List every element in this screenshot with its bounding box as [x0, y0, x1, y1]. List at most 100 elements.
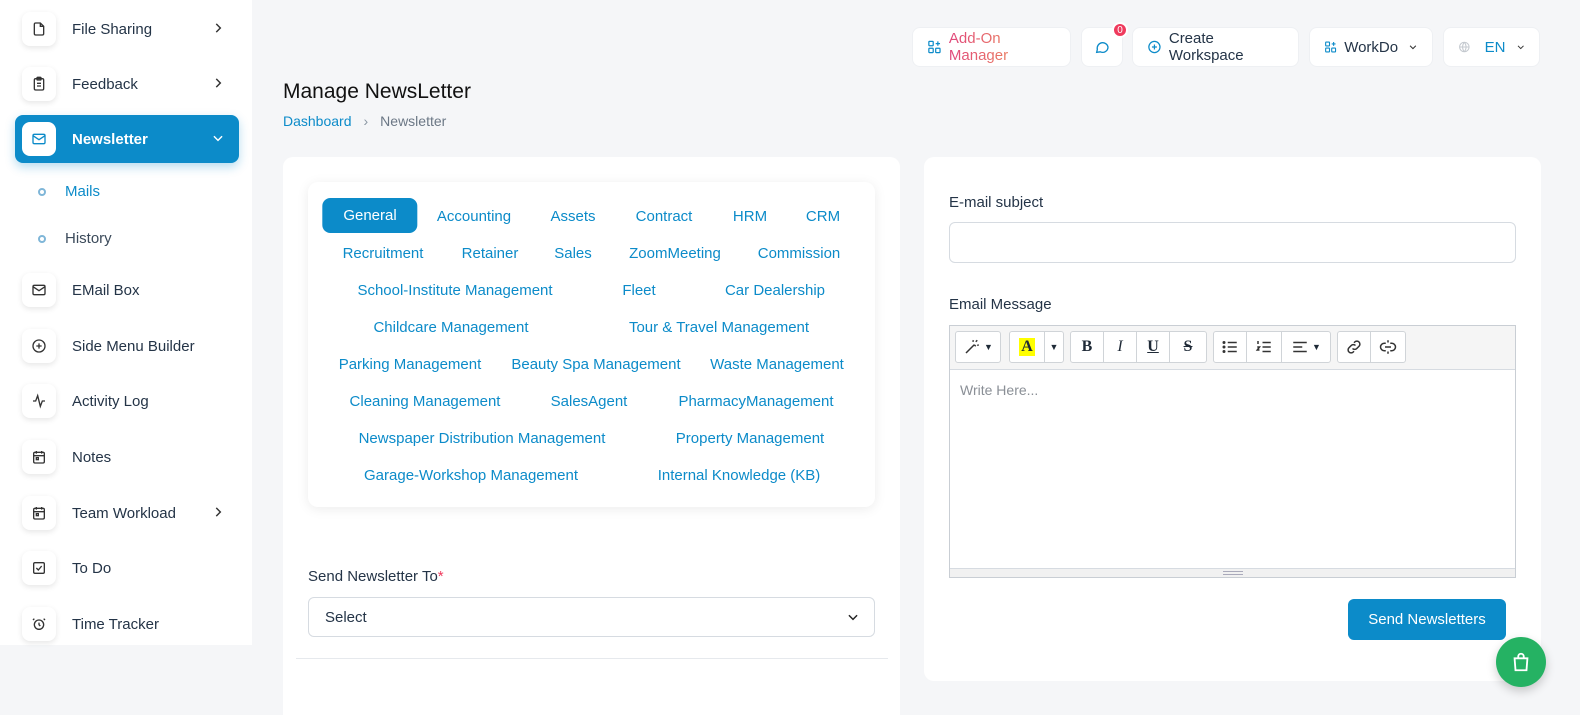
send-newsletters-button[interactable]: Send Newsletters — [1348, 599, 1506, 640]
module-tabs: General Accounting Assets Contract HRM C… — [308, 182, 875, 507]
caret-down-icon: ▼ — [1312, 342, 1321, 352]
sidebar-item-team-workload[interactable]: Team Workload — [15, 489, 239, 537]
unlink-icon — [1379, 340, 1397, 354]
calendar-icon — [22, 496, 56, 530]
send-to-select-value: Select — [325, 608, 367, 626]
tab-accounting[interactable]: Accounting — [437, 208, 511, 225]
tab-garage-workshop-management[interactable]: Garage-Workshop Management — [364, 467, 578, 484]
text-color-button[interactable]: A — [1009, 331, 1045, 363]
tab-childcare-management[interactable]: Childcare Management — [373, 319, 528, 336]
submenu-item-mails[interactable]: Mails — [38, 183, 100, 200]
tab-cleaning-management[interactable]: Cleaning Management — [350, 393, 501, 410]
mail-icon — [22, 122, 56, 156]
file-icon — [22, 12, 56, 46]
workspace-label: WorkDo — [1344, 38, 1399, 56]
editor-resize-handle[interactable] — [950, 568, 1515, 577]
style-magic-button[interactable]: ▼ — [955, 331, 1001, 363]
tab-fleet[interactable]: Fleet — [622, 282, 655, 299]
message-label: Email Message — [949, 296, 1052, 313]
italic-button[interactable]: I — [1103, 331, 1137, 363]
send-to-select[interactable]: Select — [308, 597, 875, 637]
sidebar-item-side-menu-builder[interactable]: Side Menu Builder — [15, 322, 239, 370]
bullet-list-button[interactable] — [1213, 331, 1247, 363]
grip-icon — [1222, 571, 1243, 575]
tab-hrm[interactable]: HRM — [733, 208, 767, 225]
divider — [296, 658, 888, 659]
cart-fab-button[interactable] — [1496, 637, 1546, 687]
tab-newspaper-distribution-management[interactable]: Newspaper Distribution Management — [359, 430, 606, 447]
add-on-manager-button[interactable]: Add-On Manager — [912, 27, 1071, 67]
sidebar-item-label: Feedback — [72, 75, 138, 93]
underline-button[interactable]: U — [1136, 331, 1170, 363]
bold-button[interactable]: B — [1070, 331, 1104, 363]
tab-car-dealership[interactable]: Car Dealership — [725, 282, 825, 299]
bold-icon: B — [1081, 338, 1093, 355]
numbered-list-button[interactable] — [1246, 331, 1282, 363]
sidebar-item-label: EMail Box — [72, 281, 140, 299]
sidebar-item-file-sharing[interactable]: File Sharing — [15, 5, 239, 53]
required-mark: * — [437, 568, 444, 585]
tab-pharmacymanagement[interactable]: PharmacyManagement — [678, 393, 833, 410]
text-color-dropdown[interactable]: ▼ — [1044, 331, 1064, 363]
sidebar-item-to-do[interactable]: To Do — [15, 544, 239, 592]
tab-beauty-spa-management[interactable]: Beauty Spa Management — [511, 356, 680, 373]
sidebar-item-newsletter[interactable]: Newsletter — [15, 115, 239, 163]
tab-salesagent[interactable]: SalesAgent — [551, 393, 628, 410]
insert-link-button[interactable] — [1337, 331, 1371, 363]
page-title: Manage NewsLetter — [283, 80, 471, 103]
submenu-item-label: History — [65, 230, 112, 247]
paragraph-align-button[interactable]: ▼ — [1281, 331, 1331, 363]
text-color-icon: A — [1019, 338, 1035, 356]
strikethrough-button[interactable]: S — [1169, 331, 1207, 363]
sidebar-item-time-tracker[interactable]: Time Tracker — [15, 600, 239, 648]
workspace-switcher[interactable]: WorkDo — [1309, 27, 1433, 67]
language-label: EN — [1484, 38, 1506, 56]
sidebar: File Sharing Feedback Newsletter Mails H… — [0, 0, 252, 645]
tab-school-institute-management[interactable]: School-Institute Management — [357, 282, 552, 299]
message-editor-area[interactable]: Write Here... — [960, 382, 1038, 398]
sidebar-item-label: Notes — [72, 448, 112, 466]
apps-icon — [928, 40, 941, 54]
bullet-icon — [38, 234, 46, 243]
shopping-bag-icon — [1513, 652, 1529, 672]
sidebar-item-activity-log[interactable]: Activity Log — [15, 377, 239, 425]
submenu-item-history[interactable]: History — [38, 230, 112, 247]
create-workspace-button[interactable]: Create Workspace — [1132, 27, 1299, 67]
breadcrumb-dashboard-link[interactable]: Dashboard — [283, 113, 352, 129]
sidebar-item-email-box[interactable]: EMail Box — [15, 266, 239, 314]
sidebar-item-label: Time Tracker — [72, 615, 159, 633]
subject-label: E-mail subject — [949, 194, 1044, 211]
messages-button[interactable]: 0 — [1081, 22, 1128, 67]
chat-icon — [1095, 42, 1109, 54]
tab-retainer[interactable]: Retainer — [462, 245, 519, 262]
tab-crm[interactable]: CRM — [806, 208, 840, 225]
unlink-button[interactable] — [1370, 331, 1406, 363]
tab-contract[interactable]: Contract — [636, 208, 693, 225]
tab-assets[interactable]: Assets — [550, 208, 595, 225]
sidebar-item-feedback[interactable]: Feedback — [15, 60, 239, 108]
tab-recruitment[interactable]: Recruitment — [343, 245, 424, 262]
numbered-list-icon — [1255, 341, 1271, 353]
caret-down-icon: ▼ — [1049, 342, 1059, 352]
tab-commission[interactable]: Commission — [758, 245, 841, 262]
tab-property-management[interactable]: Property Management — [676, 430, 824, 447]
subject-input[interactable] — [949, 222, 1516, 263]
tab-parking-management[interactable]: Parking Management — [339, 356, 482, 373]
strikethrough-icon: S — [1183, 338, 1193, 355]
chevron-down-icon — [1409, 45, 1417, 50]
breadcrumb-current: Newsletter — [380, 113, 447, 129]
plus-circle-icon — [22, 329, 56, 363]
tab-zoommeeting[interactable]: ZoomMeeting — [629, 245, 721, 262]
sidebar-item-notes[interactable]: Notes — [15, 433, 239, 481]
tab-tour-travel-management[interactable]: Tour & Travel Management — [629, 319, 809, 336]
tab-general[interactable]: General — [322, 198, 418, 233]
caret-down-icon: ▼ — [984, 342, 993, 352]
language-switcher[interactable]: EN — [1443, 27, 1540, 67]
tab-sales[interactable]: Sales — [554, 245, 592, 262]
add-on-manager-label: Add-On Manager — [949, 30, 1056, 64]
tab-waste-management[interactable]: Waste Management — [710, 356, 844, 373]
underline-icon: U — [1147, 338, 1159, 355]
chevron-down-icon — [848, 614, 858, 621]
tab-internal-knowledge-kb[interactable]: Internal Knowledge (KB) — [658, 467, 821, 484]
check-square-icon — [22, 551, 56, 585]
